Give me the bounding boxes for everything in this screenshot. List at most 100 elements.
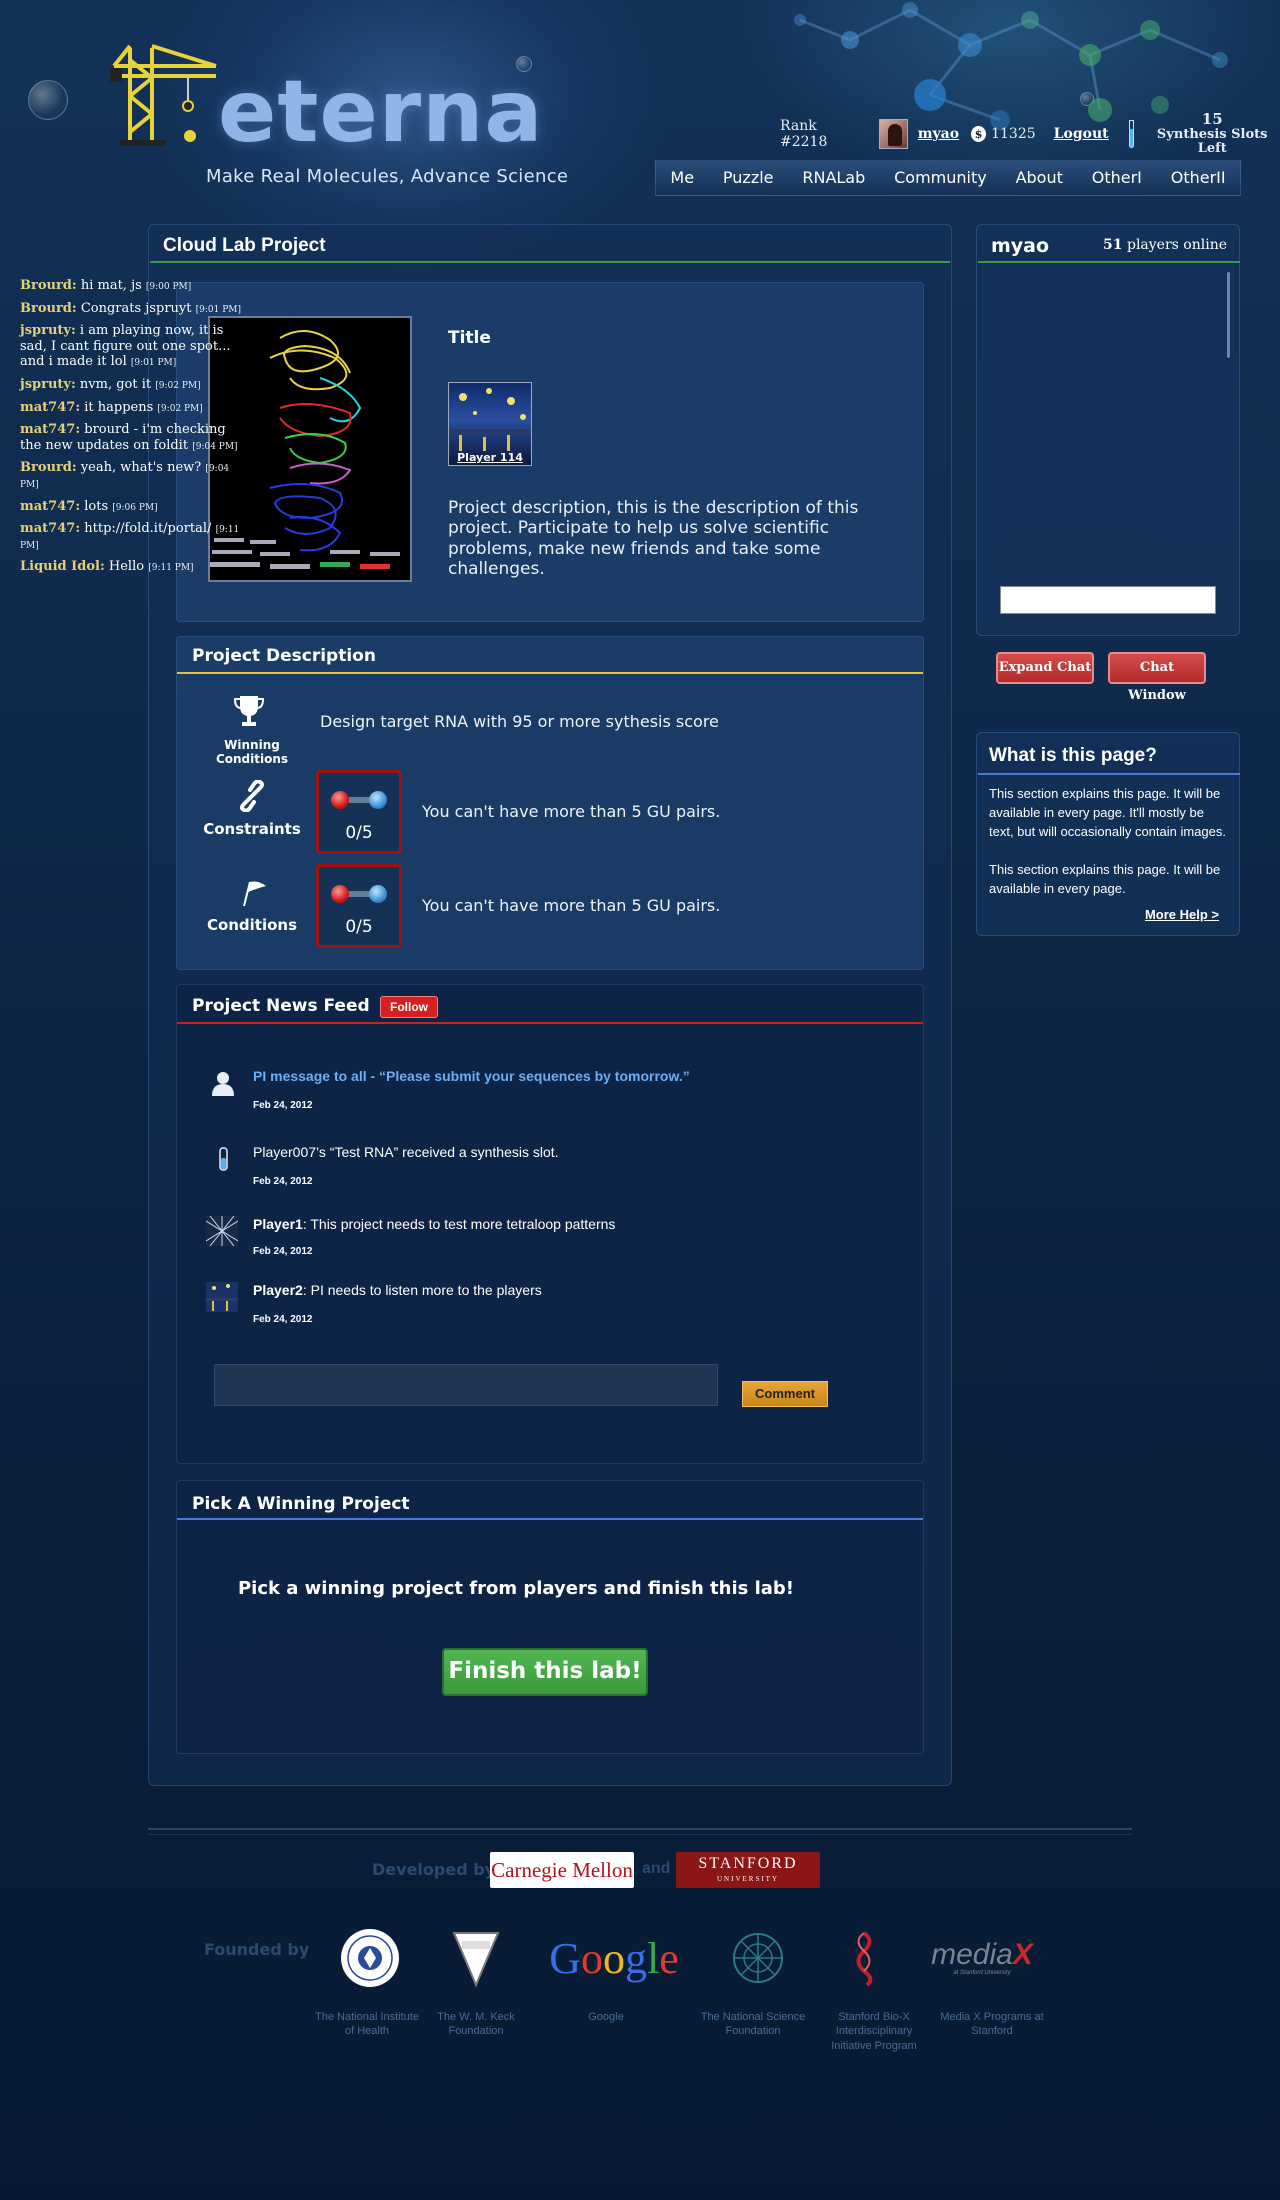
chat-text: hi mat, js <box>76 278 146 293</box>
eterna-logo[interactable]: eterna <box>108 40 542 162</box>
chat-message: Brourd: hi mat, js [9:00 PM] <box>20 278 244 294</box>
nsf-logo[interactable] <box>730 1926 786 1990</box>
section-divider <box>177 672 923 674</box>
expand-chat-button[interactable]: Expand Chat <box>996 652 1094 684</box>
avatar[interactable] <box>879 119 908 149</box>
comment-button[interactable]: Comment <box>742 1381 828 1407</box>
finish-lab-button[interactable]: Finish this lab! <box>442 1648 648 1696</box>
news-date: Feb 24, 2012 <box>253 1246 313 1257</box>
chat-time: [9:02 PM] <box>155 380 201 391</box>
section-title: Pick A Winning Project <box>192 1494 410 1514</box>
news-author[interactable]: Player2 <box>253 1282 303 1298</box>
chat-author[interactable]: jspruty: <box>20 377 76 392</box>
crane-icon <box>110 44 217 146</box>
pick-winner-card <box>176 1480 924 1754</box>
chat-username: myao <box>991 235 1050 257</box>
help-title: What is this page? <box>989 745 1157 766</box>
link-icon <box>236 779 268 813</box>
chat-time: [9:01 PM] <box>130 358 177 369</box>
and-label: and <box>642 1860 671 1877</box>
chat-text: http://fold.it/portal/ <box>80 521 216 537</box>
funder-caption: Media X Programs at Stanford <box>940 2011 1044 2038</box>
chat-time: [9:01 PM] <box>195 304 241 315</box>
chat-text: nvm, got it <box>75 376 156 392</box>
stanford-logo-text: STANFORD <box>698 1855 798 1872</box>
chat-author[interactable]: Liquid Idol: <box>20 559 105 574</box>
news-date: Feb 24, 2012 <box>253 1100 313 1111</box>
nav-item-other1[interactable]: OtherI <box>1077 161 1156 195</box>
chat-time: [9:00 PM] <box>145 282 192 292</box>
more-help-link[interactable]: More Help > <box>1145 907 1219 922</box>
chat-window-button[interactable]: Chat Window <box>1108 652 1206 703</box>
tagline: Make Real Molecules, Advance Science <box>206 166 569 187</box>
chat-author[interactable]: Brourd: <box>20 460 77 475</box>
username-link[interactable]: myao <box>918 126 959 142</box>
player2-avatar[interactable] <box>206 1282 238 1312</box>
player-thumbnail-label[interactable]: Player 114 <box>449 451 531 464</box>
trophy-icon <box>233 694 265 728</box>
keck-foundation-logo[interactable] <box>448 1926 504 1990</box>
flag-icon <box>240 878 270 908</box>
test-tube-icon <box>1128 120 1135 148</box>
logout-link[interactable]: Logout <box>1054 126 1109 142</box>
nav-item-about[interactable]: About <box>1001 161 1077 195</box>
nav-item-puzzle[interactable]: Puzzle <box>709 161 788 195</box>
winning-conditions-text: Design target RNA with 95 or more sythes… <box>320 712 719 731</box>
mediax-logo[interactable]: mediaX at Stanford University <box>926 1926 1038 1990</box>
chat-divider <box>978 261 1240 263</box>
chat-input[interactable] <box>1000 586 1216 614</box>
chat-message: mat747: lots [9:06 PM] <box>20 499 244 515</box>
help-paragraph: This section explains this page. It will… <box>989 786 1227 839</box>
chat-author[interactable]: mat747: <box>20 400 80 415</box>
decor-bubble <box>28 80 68 120</box>
chat-time: [9:02 PM] <box>157 403 203 414</box>
chat-text: it happens <box>80 399 158 415</box>
main-nav: Me Puzzle RNALab Community About OtherI … <box>655 160 1241 196</box>
biox-logo[interactable] <box>848 1926 880 1990</box>
chat-author[interactable]: Brourd: <box>20 301 77 316</box>
player-rank: Rank #2218 <box>780 118 828 150</box>
chat-message: mat747: http://fold.it/portal/ [9:11 PM] <box>20 521 244 552</box>
carnegie-mellon-logo[interactable]: Carnegie Mellon <box>490 1852 634 1888</box>
player-thumbnail[interactable]: Player 114 <box>448 382 532 466</box>
winning-conditions-label: Winning Conditions <box>215 738 289 766</box>
chat-message: Brourd: Congrats jspruyt [9:01 PM] <box>20 301 244 317</box>
chat-time: [9:11 PM] <box>148 563 194 574</box>
chat-message: mat747: it happens [9:02 PM] <box>20 400 244 416</box>
chat-author[interactable]: mat747: <box>20 422 80 437</box>
conditions-label: Conditions <box>206 916 298 934</box>
nih-logo[interactable] <box>338 1926 402 1990</box>
player1-avatar[interactable] <box>205 1215 239 1247</box>
chat-author[interactable]: mat747: <box>20 521 80 536</box>
comment-input[interactable] <box>214 1364 718 1406</box>
funder-caption: The National Science Foundation <box>700 2011 806 2038</box>
stanford-logo[interactable]: STANFORD UNIVERSITY <box>676 1852 820 1888</box>
chat-author[interactable]: mat747: <box>20 499 80 514</box>
page-title: Cloud Lab Project <box>163 235 326 256</box>
nav-item-rnalab[interactable]: RNALab <box>788 161 880 195</box>
news-message: Player2: PI needs to listen more to the … <box>253 1282 542 1298</box>
help-paragraph: This section explains this page. It will… <box>989 862 1221 896</box>
nav-item-me[interactable]: Me <box>656 161 709 195</box>
gu-pair-icon <box>331 885 389 905</box>
news-date: Feb 24, 2012 <box>253 1314 313 1325</box>
news-text: : This project needs to test more tetral… <box>302 1216 616 1232</box>
chat-time: [9:04 PM] <box>192 441 238 452</box>
follow-button[interactable]: Follow <box>380 996 438 1018</box>
coin-icon: $ <box>971 126 987 142</box>
title-divider <box>150 261 950 263</box>
synthesis-slots-label: Synthesis Slots Left <box>1156 127 1268 156</box>
chat-author[interactable]: Brourd: <box>20 278 77 293</box>
chat-author[interactable]: jspruty: <box>20 323 76 338</box>
chat-text: Congrats jspruyt <box>76 300 196 316</box>
google-logo[interactable]: Google <box>544 1926 684 1990</box>
news-message: Player1: This project needs to test more… <box>253 1216 615 1232</box>
news-author[interactable]: Player1 <box>253 1216 303 1232</box>
nav-item-other2[interactable]: OtherII <box>1156 161 1240 195</box>
players-online: 51 players online <box>1103 237 1227 253</box>
section-title: Project Description <box>192 646 376 666</box>
chat-text: yeah, what's new? <box>76 460 206 476</box>
footer-divider <box>148 1834 1132 1835</box>
nav-item-community[interactable]: Community <box>880 161 1001 195</box>
chat-scrollbar[interactable] <box>1227 272 1230 358</box>
